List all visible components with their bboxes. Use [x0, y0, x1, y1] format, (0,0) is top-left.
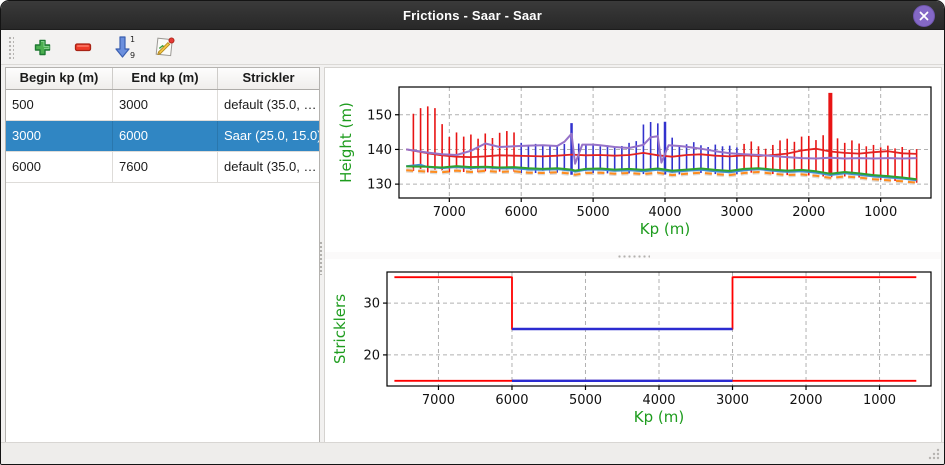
- resize-grip-icon[interactable]: [927, 447, 941, 461]
- svg-text:140: 140: [367, 143, 392, 158]
- edit-friction-button[interactable]: [152, 34, 178, 60]
- frictions-window: Frictions - Saar - Saar 1 9: [0, 0, 945, 465]
- svg-text:30: 30: [363, 297, 380, 312]
- height-chart: 7000 6000 5000 4000 3000 2000 1000 130 140 150 Kp …: [325, 68, 941, 252]
- svg-text:Stricklers: Stricklers: [331, 294, 349, 364]
- cell-begin-kp[interactable]: 500: [6, 90, 113, 120]
- cell-begin-kp[interactable]: 3000: [6, 121, 113, 151]
- titlebar[interactable]: Frictions - Saar - Saar: [1, 1, 944, 30]
- cell-strickler[interactable]: default (35.0, …: [218, 90, 319, 120]
- svg-text:Kp (m): Kp (m): [640, 220, 690, 238]
- toolbar-drag-handle[interactable]: [7, 35, 14, 59]
- edit-icon: [154, 36, 176, 58]
- close-button[interactable]: [913, 5, 935, 27]
- cell-end-kp[interactable]: 3000: [113, 90, 218, 120]
- svg-text:5000: 5000: [577, 205, 610, 220]
- svg-text:Height (m): Height (m): [337, 102, 355, 183]
- window-title: Frictions - Saar - Saar: [403, 8, 542, 23]
- svg-text:4000: 4000: [642, 393, 675, 408]
- column-header-begin-kp[interactable]: Begin kp (m): [6, 68, 113, 89]
- svg-text:3000: 3000: [720, 205, 753, 220]
- cell-end-kp[interactable]: 6000: [113, 121, 218, 151]
- status-bar: [1, 442, 944, 464]
- close-icon: [919, 11, 929, 21]
- toolbar: 1 9: [1, 30, 944, 65]
- column-header-strickler[interactable]: Strickler: [218, 68, 319, 89]
- svg-text:130: 130: [367, 178, 392, 193]
- svg-text:9: 9: [130, 51, 135, 59]
- svg-text:5000: 5000: [569, 393, 602, 408]
- svg-text:6000: 6000: [495, 393, 528, 408]
- svg-text:Kp (m): Kp (m): [634, 408, 684, 426]
- svg-text:150: 150: [367, 108, 392, 123]
- column-header-end-kp[interactable]: End kp (m): [113, 68, 218, 89]
- horizontal-splitter[interactable]: [325, 252, 941, 259]
- stricklers-chart: 7000 6000 5000 4000 3000 2000 1000 20 30 Kp (m) St…: [325, 259, 941, 443]
- cell-strickler[interactable]: Saar (25.0, 15.0): [218, 121, 319, 151]
- cell-strickler[interactable]: default (35.0, …: [218, 152, 319, 182]
- svg-text:2000: 2000: [792, 205, 825, 220]
- table-row[interactable]: 500 3000 default (35.0, …: [6, 90, 319, 121]
- table-header: Begin kp (m) End kp (m) Strickler: [6, 68, 319, 90]
- add-icon: [34, 39, 51, 56]
- cell-end-kp[interactable]: 7600: [113, 152, 218, 182]
- svg-text:1000: 1000: [864, 205, 897, 220]
- svg-text:1000: 1000: [863, 393, 896, 408]
- svg-text:1: 1: [130, 35, 135, 44]
- friction-zones-table[interactable]: Begin kp (m) End kp (m) Strickler 500 30…: [5, 67, 320, 443]
- svg-text:7000: 7000: [422, 393, 455, 408]
- svg-text:7000: 7000: [433, 205, 466, 220]
- add-row-button[interactable]: [29, 34, 55, 60]
- sort-ascending-icon: 1 9: [113, 35, 135, 59]
- splitter-drag-handle-icon: [616, 253, 650, 258]
- svg-text:4000: 4000: [648, 205, 681, 220]
- cell-begin-kp[interactable]: 6000: [6, 152, 113, 182]
- sort-rows-button[interactable]: 1 9: [111, 34, 137, 60]
- svg-text:2000: 2000: [789, 393, 822, 408]
- table-row-selected[interactable]: 3000 6000 Saar (25.0, 15.0): [6, 121, 319, 152]
- svg-text:3000: 3000: [716, 393, 749, 408]
- svg-text:20: 20: [363, 348, 380, 363]
- table-row[interactable]: 6000 7600 default (35.0, …: [6, 152, 319, 183]
- svg-text:6000: 6000: [505, 205, 538, 220]
- remove-icon: [74, 38, 92, 56]
- remove-row-button[interactable]: [70, 34, 96, 60]
- charts-panel: 7000 6000 5000 4000 3000 2000 1000 130 140 150 Kp …: [324, 67, 942, 443]
